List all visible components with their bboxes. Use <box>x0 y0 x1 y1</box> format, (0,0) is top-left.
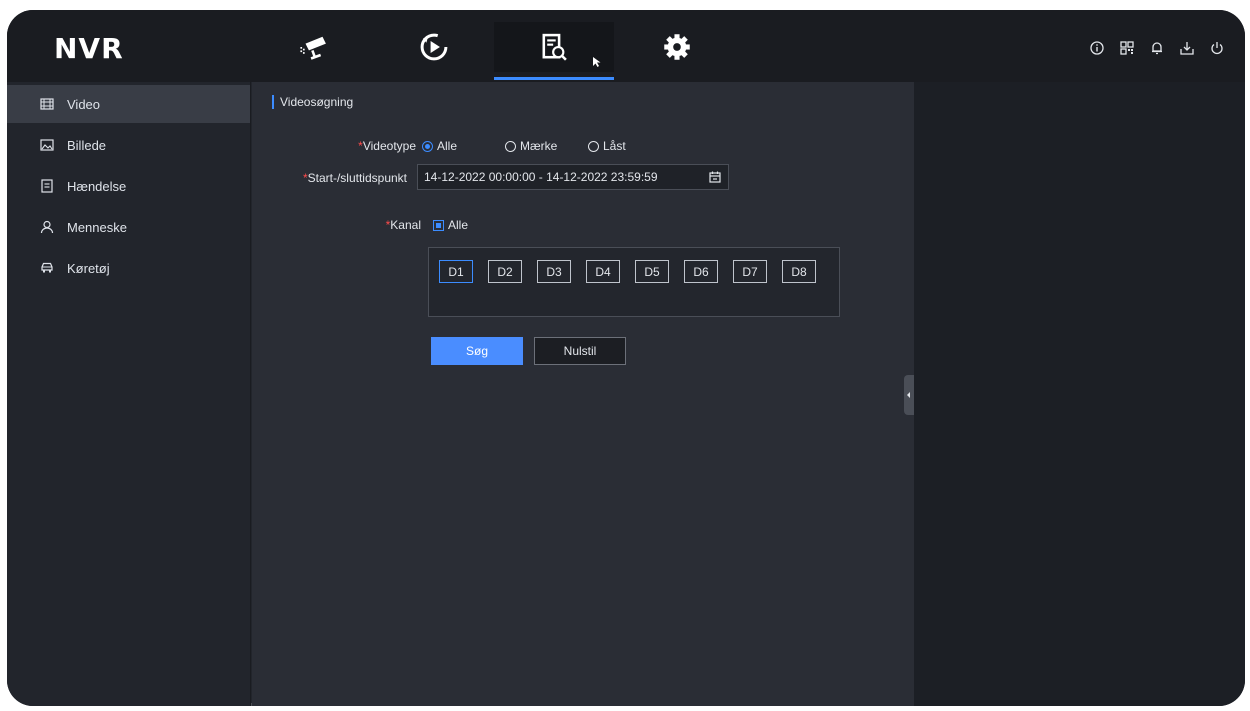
panel-collapse-handle[interactable] <box>904 375 914 415</box>
date-range-input[interactable]: 14-12-2022 00:00:00 - 14-12-2022 23:59:5… <box>417 164 729 190</box>
videotype-label: *Videotype <box>358 139 416 153</box>
channel-button-d2[interactable]: D2 <box>488 260 522 283</box>
videotype-radio-alle[interactable]: Alle <box>422 139 457 153</box>
playback-icon <box>420 33 448 61</box>
sidebar-item-billede[interactable]: Billede <box>7 126 250 164</box>
channel-button-d4[interactable]: D4 <box>586 260 620 283</box>
nav-settings[interactable] <box>645 22 709 72</box>
reset-button[interactable]: Nulstil <box>534 337 626 365</box>
channel-label: *Kanal <box>385 218 421 232</box>
sidebar-item-label: Video <box>67 96 101 112</box>
camera-live-view-icon <box>300 36 326 60</box>
sidebar-item-label: Hændelse <box>67 178 127 194</box>
nvr-screen: NVR Video Billede Hændelse Menneske Køre… <box>7 10 1245 706</box>
section-title: Videosøgning <box>272 95 353 109</box>
qr-code-icon[interactable] <box>1119 40 1135 56</box>
channel-selector: D1 D2 D3 D4 D5 D6 D7 D8 <box>428 247 840 317</box>
sidebar-item-video[interactable]: Video <box>7 85 250 123</box>
videotype-radio-laast[interactable]: Låst <box>588 139 626 153</box>
mouse-cursor-icon <box>593 57 601 67</box>
main-panel: Videosøgning *Videotype Alle Mærke Låst … <box>252 82 914 706</box>
image-icon <box>40 138 54 152</box>
results-panel <box>914 82 1245 706</box>
download-icon[interactable] <box>1179 40 1195 56</box>
sidebar-item-koeretoej[interactable]: Køretøj <box>7 249 250 287</box>
nav-active-indicator <box>494 77 614 80</box>
radio-selected-icon <box>422 140 433 152</box>
person-icon <box>40 220 54 234</box>
info-icon[interactable] <box>1089 40 1105 56</box>
car-icon <box>40 261 54 275</box>
channel-button-d8[interactable]: D8 <box>782 260 816 283</box>
power-icon[interactable] <box>1209 40 1225 56</box>
radio-unselected-icon <box>505 140 516 152</box>
video-icon <box>40 97 54 111</box>
nav-playback[interactable] <box>402 22 466 72</box>
time-label: *Start-/sluttidspunkt <box>302 171 407 185</box>
system-icons <box>1089 40 1225 56</box>
sidebar-item-label: Menneske <box>67 219 127 235</box>
checkbox-checked-icon <box>433 219 444 231</box>
document-icon <box>40 179 54 193</box>
gear-icon <box>664 34 690 60</box>
radio-unselected-icon <box>588 140 599 152</box>
app-logo: NVR <box>54 32 124 65</box>
nav-live-view[interactable] <box>282 22 346 72</box>
top-bar: NVR <box>7 10 1245 82</box>
channel-button-d7[interactable]: D7 <box>733 260 767 283</box>
sidebar-item-menneske[interactable]: Menneske <box>7 208 250 246</box>
channel-button-d1[interactable]: D1 <box>439 260 473 283</box>
bell-icon[interactable] <box>1149 40 1165 56</box>
channel-button-d5[interactable]: D5 <box>635 260 669 283</box>
search-button[interactable]: Søg <box>431 337 523 365</box>
videotype-radio-maerke[interactable]: Mærke <box>505 139 557 153</box>
sidebar-item-label: Køretøj <box>67 260 110 276</box>
channel-button-d3[interactable]: D3 <box>537 260 571 283</box>
channel-all-checkbox[interactable]: Alle <box>433 218 468 232</box>
sidebar-item-label: Billede <box>67 137 107 153</box>
search-icon <box>542 33 567 61</box>
calendar-icon[interactable] <box>708 170 722 184</box>
monitor-frame: NVR Video Billede Hændelse Menneske Køre… <box>0 0 1250 711</box>
channel-button-d6[interactable]: D6 <box>684 260 718 283</box>
